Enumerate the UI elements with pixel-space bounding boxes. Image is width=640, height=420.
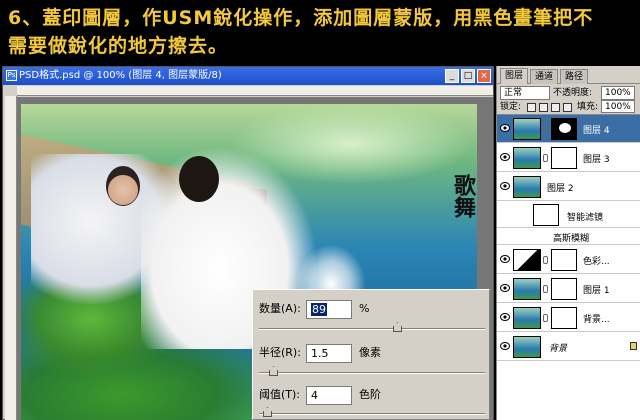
- tab-layers[interactable]: 图层: [500, 68, 529, 84]
- layer-row-color[interactable]: 色彩...: [497, 246, 640, 274]
- link-chain-icon[interactable]: [543, 285, 548, 293]
- visibility-eye-icon[interactable]: [500, 153, 510, 161]
- layer-name: 图层 2: [547, 184, 574, 194]
- maximize-button[interactable]: □: [461, 69, 475, 83]
- layer-row-1[interactable]: 图层 1: [497, 275, 640, 303]
- radius-row: 半径(R):: [259, 342, 301, 364]
- threshold-label: 阈值(T):: [259, 388, 301, 401]
- fill-label: 填充:: [577, 102, 599, 112]
- site-watermark: ps 爱好者 www.psahz.com: [500, 378, 638, 418]
- visibility-eye-icon[interactable]: [500, 182, 510, 190]
- layer-mask-thumbnail[interactable]: [551, 147, 577, 169]
- lock-label: 锁定:: [500, 102, 522, 112]
- layer-mask-thumbnail[interactable]: [551, 307, 577, 329]
- close-button[interactable]: ×: [477, 69, 491, 83]
- smart-filters-label: 智能滤镜: [567, 213, 604, 223]
- threshold-row: 阈值(T):: [259, 384, 300, 406]
- threshold-slider[interactable]: [259, 407, 485, 417]
- screenshot-root: 6、蓋印圖層，作USM銳化操作，添加圖層蒙版，用黑色畫筆把不 需要做銳化的地方擦…: [0, 0, 640, 420]
- vertical-ruler: [5, 96, 17, 420]
- lock-icon: [630, 342, 637, 350]
- blend-mode-select[interactable]: 正常: [500, 86, 550, 100]
- amount-row: 数量(A):: [259, 298, 301, 320]
- caption-line-1: 6、蓋印圖層，作USM銳化操作，添加圖層蒙版，用黑色畫筆把不: [8, 7, 594, 29]
- layer-mask-thumbnail[interactable]: [551, 249, 577, 271]
- visibility-eye-icon[interactable]: [500, 313, 510, 321]
- layer-row-background[interactable]: 背景: [497, 333, 640, 361]
- layer-name: 图层 1: [583, 286, 610, 296]
- calligraphy-artwork: 歌舞: [450, 174, 476, 218]
- layer-name: 背景...: [583, 315, 610, 325]
- layer-row-background-copy[interactable]: 背景...: [497, 304, 640, 332]
- layer-thumbnail: [513, 176, 541, 198]
- document-title: PSD格式.psd @ 100% (图层 4, 图层蒙版/8): [19, 70, 222, 81]
- amount-unit: %: [359, 302, 370, 315]
- fill-input[interactable]: 100%: [601, 100, 635, 113]
- lock-position-icon[interactable]: [551, 103, 560, 112]
- gaussian-blur-label: 高斯模糊: [553, 234, 590, 244]
- layer-row-2[interactable]: 图层 2: [497, 173, 640, 201]
- link-chain-icon[interactable]: [543, 314, 548, 322]
- document-title-bar[interactable]: Ps PSD格式.psd @ 100% (图层 4, 图层蒙版/8): [3, 67, 493, 85]
- watermark-logo: ps: [500, 378, 527, 402]
- opacity-input[interactable]: 100%: [601, 86, 635, 100]
- link-chain-icon[interactable]: [543, 256, 548, 264]
- panel-tabs: 图层 通道 路径: [497, 68, 640, 84]
- instruction-caption: 6、蓋印圖層，作USM銳化操作，添加圖層蒙版，用黑色畫筆把不 需要做銳化的地方擦…: [8, 4, 628, 64]
- opacity-label: 不透明度:: [553, 88, 593, 98]
- smart-filter-mask-thumbnail[interactable]: [533, 204, 559, 226]
- amount-slider[interactable]: [259, 322, 485, 332]
- layer-mask-thumbnail[interactable]: [551, 118, 577, 140]
- horizontal-ruler: [17, 86, 493, 96]
- radius-slider-thumb[interactable]: [269, 366, 278, 376]
- radius-label: 半径(R):: [259, 346, 301, 359]
- layers-panel: 图层 通道 路径 正常 不透明度: 100% 锁定: 填充: 100% 图层 4: [496, 66, 640, 420]
- radius-slider[interactable]: [259, 366, 485, 376]
- amount-slider-thumb[interactable]: [393, 322, 402, 332]
- layer-name: 图层 3: [583, 155, 610, 165]
- threshold-slider-thumb[interactable]: [263, 407, 272, 417]
- smart-filters-row[interactable]: 智能滤镜: [497, 202, 640, 228]
- layer-row-3[interactable]: 图层 3: [497, 144, 640, 172]
- visibility-eye-icon[interactable]: [500, 284, 510, 292]
- link-chain-icon[interactable]: [543, 125, 548, 133]
- layer-name: 图层 4: [583, 126, 610, 136]
- adjustment-layer-icon: [513, 249, 541, 271]
- layer-thumbnail: [513, 336, 541, 358]
- threshold-input[interactable]: 4: [306, 386, 352, 405]
- layer-name: 色彩...: [583, 257, 610, 267]
- layer-thumbnail: [513, 307, 541, 329]
- amount-input[interactable]: 89: [306, 300, 352, 319]
- watermark-site-name: 爱好者: [540, 383, 589, 401]
- layer-mask-thumbnail[interactable]: [551, 278, 577, 300]
- groom-head: [106, 166, 140, 206]
- layer-name: 背景: [549, 344, 568, 354]
- layer-row-4[interactable]: 图层 4: [497, 115, 640, 143]
- watermark-url: www.psahz.com: [540, 402, 613, 412]
- link-chain-icon[interactable]: [543, 154, 548, 162]
- radius-input[interactable]: 1.5: [306, 344, 352, 363]
- visibility-eye-icon[interactable]: [500, 124, 510, 132]
- caption-line-2: 需要做銳化的地方擦去。: [8, 35, 229, 57]
- tab-paths[interactable]: 路径: [560, 69, 589, 84]
- unsharp-mask-dialog: 数量(A): 89 % 半径(R): 1.5 像素 阈值(T): 4 色阶: [252, 289, 490, 420]
- layer-thumbnail: [513, 147, 541, 169]
- bride-hair: [179, 156, 219, 202]
- layer-thumbnail: [513, 278, 541, 300]
- lock-all-icon[interactable]: [563, 103, 572, 112]
- radius-unit: 像素: [359, 346, 381, 359]
- gaussian-blur-row[interactable]: 高斯模糊: [497, 229, 640, 245]
- lock-transparency-icon[interactable]: [527, 103, 536, 112]
- threshold-unit: 色阶: [359, 388, 381, 401]
- tab-channels[interactable]: 通道: [530, 69, 559, 84]
- layers-list: 图层 4 图层 3 图层 2 智能滤镜 高斯模糊 色彩... 图层 1 背景..…: [497, 114, 640, 420]
- amount-label: 数量(A):: [259, 302, 301, 315]
- minimize-button[interactable]: _: [445, 69, 459, 83]
- visibility-eye-icon[interactable]: [500, 255, 510, 263]
- layer-thumbnail: [513, 118, 541, 140]
- lock-pixels-icon[interactable]: [539, 103, 548, 112]
- visibility-eye-icon[interactable]: [500, 342, 510, 350]
- photoshop-doc-icon: Ps: [6, 70, 17, 81]
